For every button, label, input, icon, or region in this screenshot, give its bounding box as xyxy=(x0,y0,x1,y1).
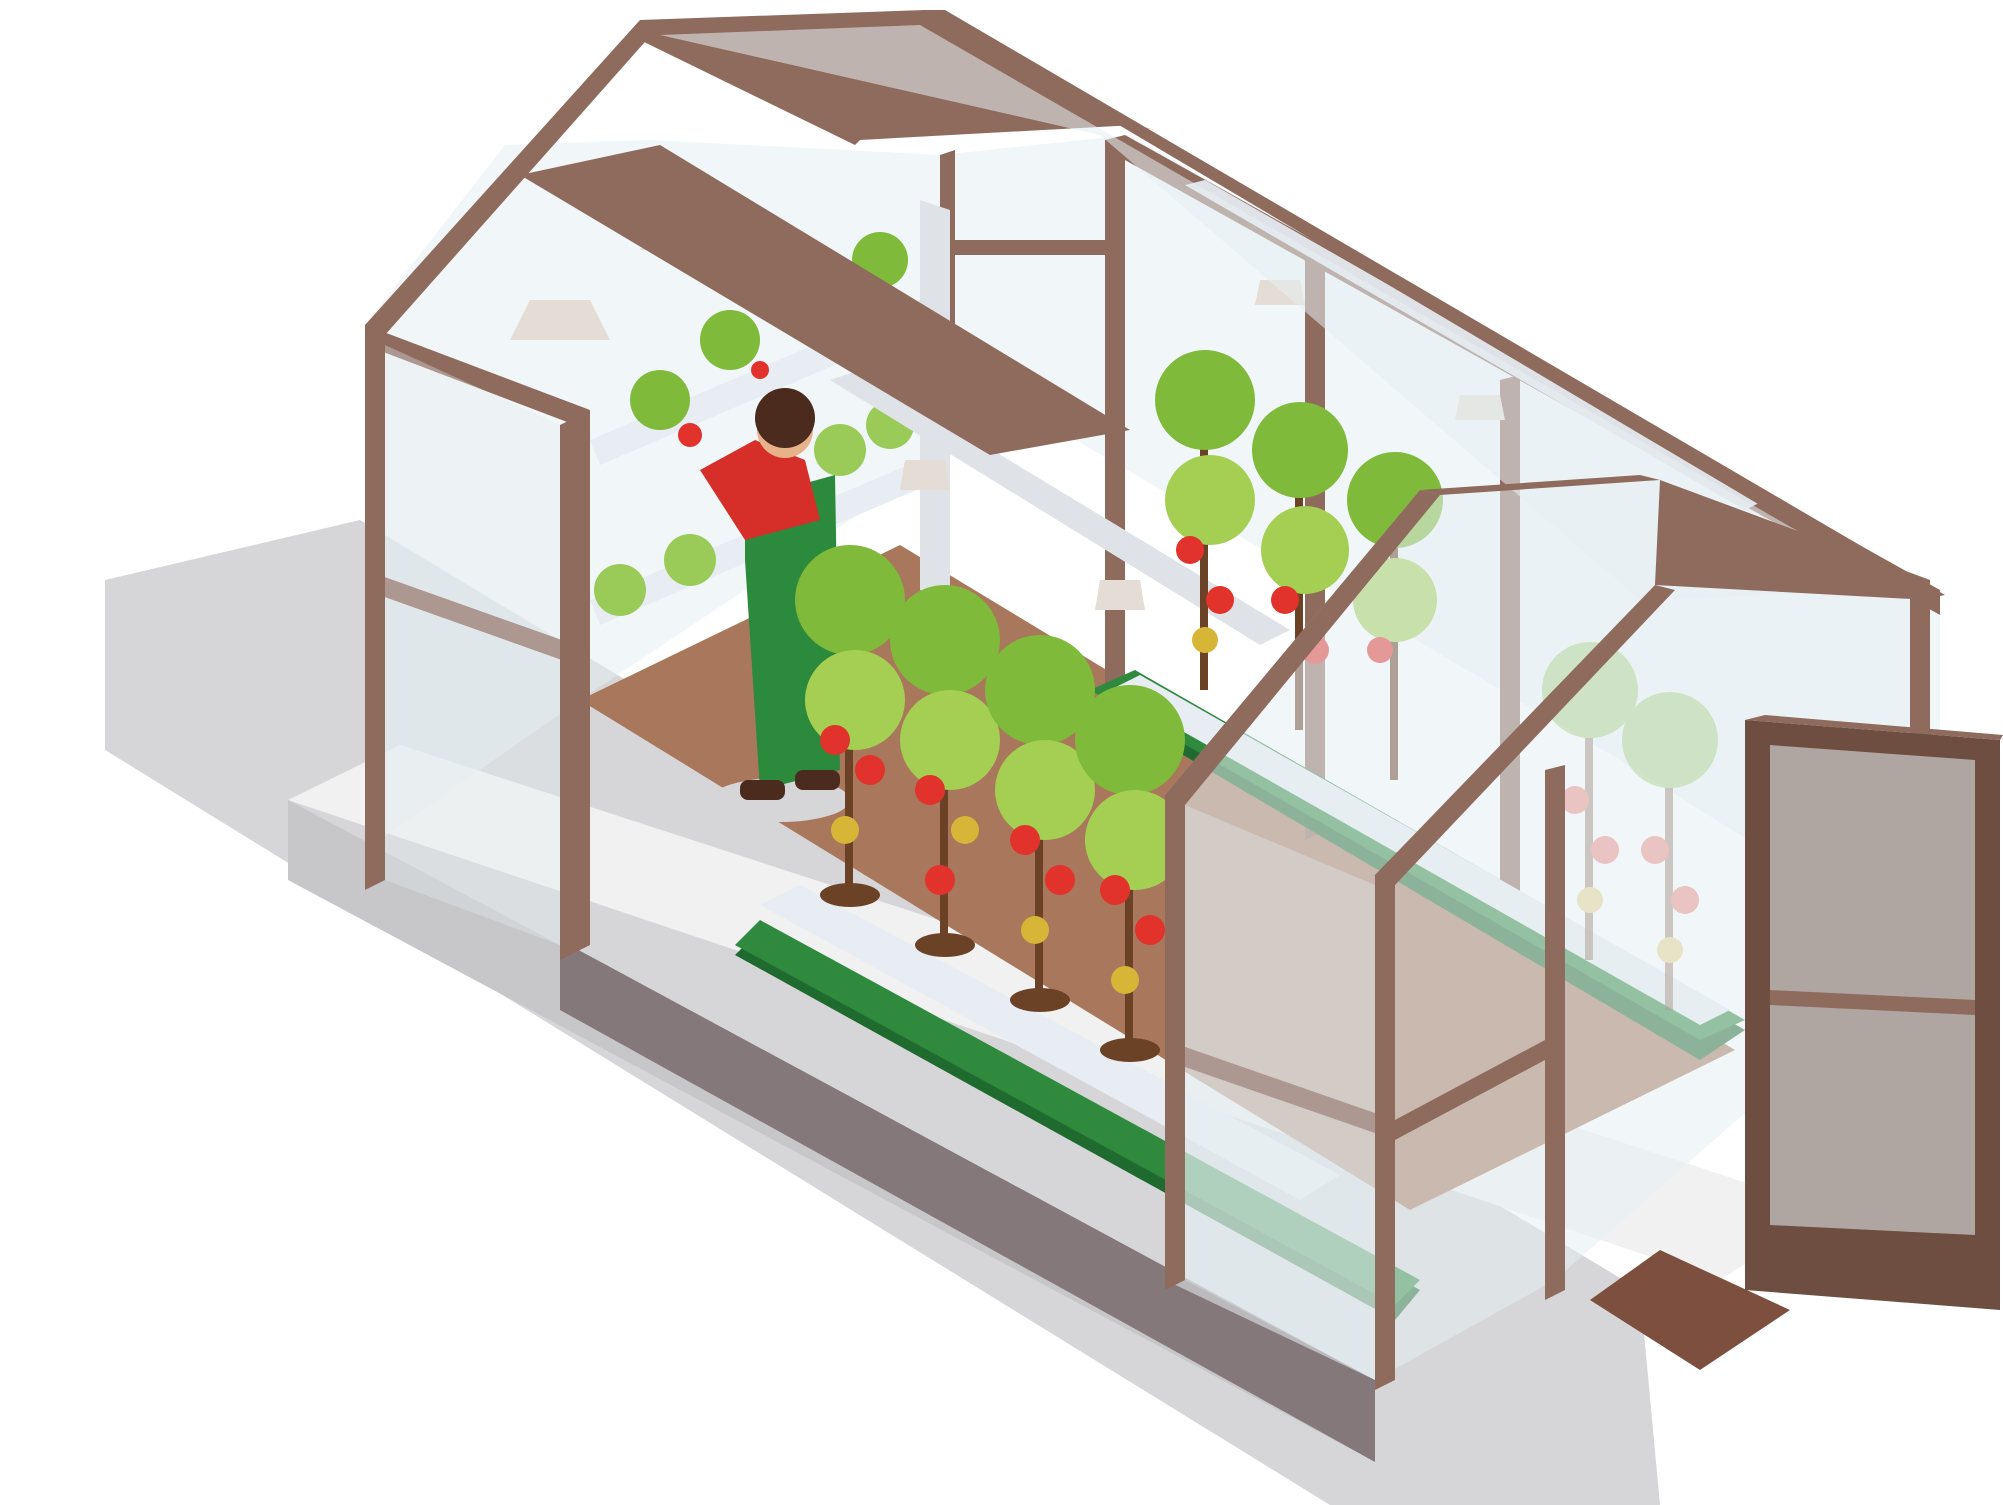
left-glass-tint xyxy=(385,345,560,945)
open-door-icon[interactable] xyxy=(1745,715,2003,1310)
grow-lamp-icon xyxy=(900,460,950,490)
greenhouse-illustration xyxy=(105,10,2003,1505)
front-glass-tint xyxy=(1185,805,1375,1380)
grow-lamp-icon xyxy=(1095,580,1145,610)
tomato-plant-icon xyxy=(1155,350,1255,690)
